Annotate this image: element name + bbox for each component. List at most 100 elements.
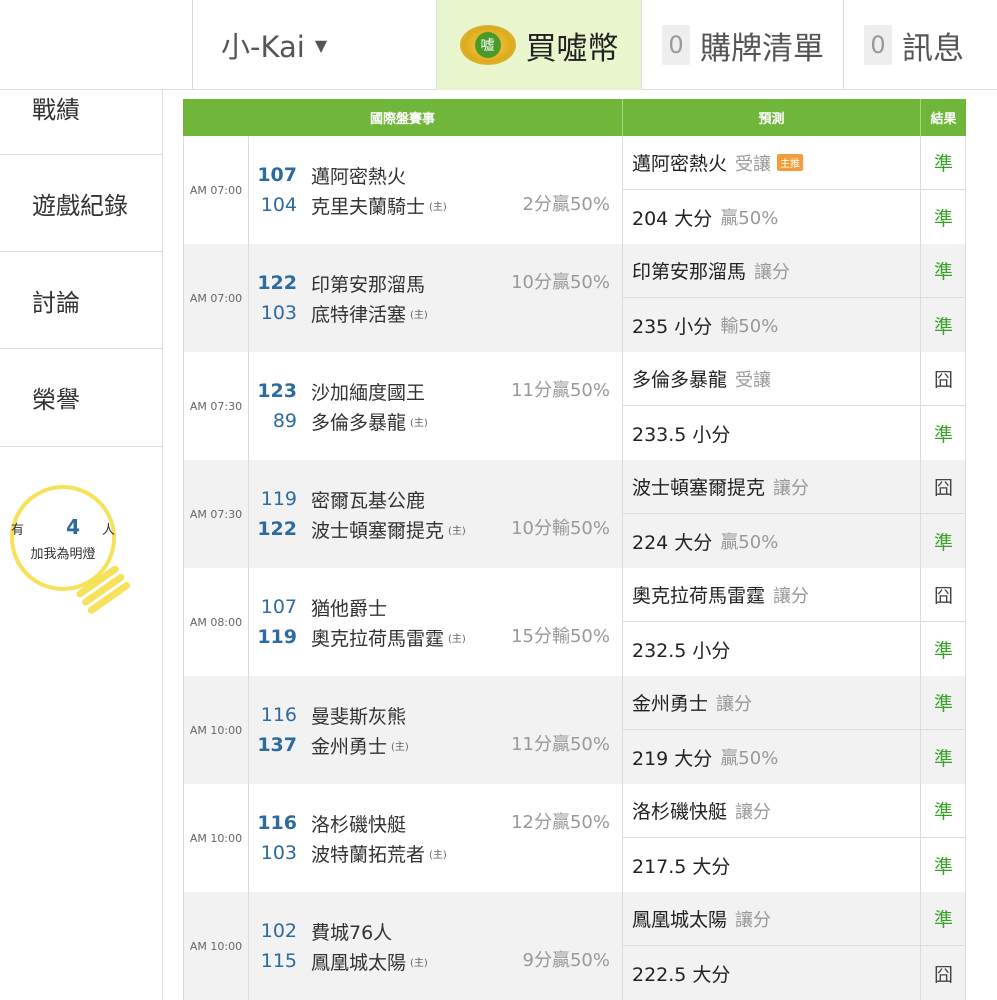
prediction-cell: 波士頓塞爾提克 讓分 224 大分 贏50% xyxy=(623,460,921,568)
result-cell: 準 準 xyxy=(921,676,966,784)
cart-label: 購牌清單 xyxy=(700,30,824,67)
home-team: 103 波特蘭拓荒者 (主) xyxy=(249,838,623,868)
team-name: 密爾瓦基公鹿 xyxy=(311,489,426,512)
prediction-total: 222.5 大分 xyxy=(623,946,921,1000)
prediction-spread: 鳳凰城太陽 讓分 xyxy=(623,892,921,946)
matchup[interactable]: 116 曼斐斯灰熊 137 金州勇士 (主) 11分贏50% xyxy=(249,676,623,784)
prediction-type: 贏50% xyxy=(720,208,779,229)
matchup[interactable]: 116 洛杉磯快艇 103 波特蘭拓荒者 (主) 12分贏50% xyxy=(249,784,623,892)
team-number: 122 xyxy=(257,518,297,540)
game-time: AM 07:30 xyxy=(183,352,249,460)
coin-icon: 嘘 xyxy=(459,25,516,65)
messages-button[interactable]: 0 訊息 xyxy=(843,0,997,90)
prediction-cell: 鳳凰城太陽 讓分 222.5 大分 xyxy=(623,892,921,1000)
cart-button[interactable]: 0 購牌清單 xyxy=(641,0,843,90)
game-time: AM 07:00 xyxy=(183,136,249,244)
prediction-type: 讓分 xyxy=(773,585,810,607)
buy-coins-button[interactable]: 嘘 買噓幣 xyxy=(436,0,641,90)
prediction-type: 輸50% xyxy=(720,316,779,337)
prediction-pick: 邁阿密熱火 xyxy=(632,153,728,175)
result-spread: 準 xyxy=(921,676,966,730)
matchup[interactable]: 102 費城76人 115 鳳凰城太陽 (主) 9分贏50% xyxy=(249,892,623,1000)
matchup[interactable]: 107 邁阿密熱火 104 克里夫蘭騎士 (主) 2分贏50% xyxy=(249,136,623,244)
result-cell: 準 囧 xyxy=(921,892,966,1000)
table-row: AM 10:00 102 費城76人 115 鳳凰城太陽 (主) 9分贏50% … xyxy=(183,892,966,1000)
team-number: 89 xyxy=(272,410,297,432)
spread-line: 12分贏50% xyxy=(511,812,610,833)
messages-label: 訊息 xyxy=(902,30,964,67)
sidebar-item-game-history[interactable]: 遊戲紀錄 xyxy=(0,155,162,252)
matchup[interactable]: 123 沙加緬度國王 89 多倫多暴龍 (主) 11分贏50% xyxy=(249,352,623,460)
prediction-cell: 奧克拉荷馬雷霆 讓分 232.5 小分 xyxy=(623,568,921,676)
sidebar-item-honors[interactable]: 榮譽 xyxy=(0,349,162,447)
follow-label: 加我為明燈 xyxy=(30,546,96,562)
table-row: AM 07:30 119 密爾瓦基公鹿 122 波士頓塞爾提克 (主) 10分輸… xyxy=(183,460,966,568)
team-number: 104 xyxy=(260,194,297,216)
team-name: 多倫多暴龍 xyxy=(311,411,407,434)
table-row: AM 10:00 116 曼斐斯灰熊 137 金州勇士 (主) 11分贏50% … xyxy=(183,676,966,784)
spread-line: 11分贏50% xyxy=(511,380,610,401)
fans-lightbulb[interactable]: 有 4 人 加我為明燈 xyxy=(10,485,132,625)
result-cell: 準 準 xyxy=(921,244,966,352)
result-total: 準 xyxy=(933,423,953,446)
matchup[interactable]: 122 印第安那溜馬 103 底特律活塞 (主) 10分贏50% xyxy=(249,244,623,352)
sidebar-item-discussion[interactable]: 討論 xyxy=(0,252,162,349)
away-team: 107 邁阿密熱火 xyxy=(249,160,623,190)
home-marker: (主) xyxy=(410,417,428,429)
team-name: 鳳凰城太陽 xyxy=(311,951,407,974)
prediction-table: 國際盤賽事 預測 結果 AM 07:00 107 邁阿密熱火 104 克里夫蘭騎… xyxy=(183,99,966,1000)
result-spread: 準 xyxy=(921,136,966,190)
prediction-type: 讓分 xyxy=(754,261,791,283)
user-menu[interactable]: 小-Kai ▼ xyxy=(192,0,436,90)
spread-line: 10分輸50% xyxy=(511,518,610,539)
prediction-cell: 金州勇士 讓分 219 大分 贏50% xyxy=(623,676,921,784)
prediction-pick: 多倫多暴龍 xyxy=(632,369,728,391)
result-total: 囧 xyxy=(933,963,953,986)
result-cell: 囧 準 xyxy=(921,460,966,568)
team-name: 波士頓塞爾提克 xyxy=(311,519,445,542)
home-marker: (主) xyxy=(410,309,428,321)
result-cell: 準 準 xyxy=(921,784,966,892)
table-row: AM 07:00 122 印第安那溜馬 103 底特律活塞 (主) 10分贏50… xyxy=(183,244,966,352)
matchup[interactable]: 107 猶他爵士 119 奧克拉荷馬雷霆 (主) 15分輸50% xyxy=(249,568,623,676)
team-name: 克里夫蘭騎士 xyxy=(311,195,426,218)
prediction-type: 讓分 xyxy=(735,909,772,931)
username: 小-Kai xyxy=(221,30,305,64)
matchup[interactable]: 119 密爾瓦基公鹿 122 波士頓塞爾提克 (主) 10分輸50% xyxy=(249,460,623,568)
prediction-pick: 232.5 小分 xyxy=(632,639,731,662)
result-total: 準 xyxy=(933,531,953,554)
sidebar-item-record[interactable]: 戰績 xyxy=(0,90,162,155)
result-spread: 囧 xyxy=(921,460,966,514)
sidebar: 戰績 遊戲紀錄 討論 榮譽 有 4 人 加我為明燈 xyxy=(0,90,163,1000)
team-number: 116 xyxy=(257,812,297,834)
prediction-spread: 邁阿密熱火 受讓 主推 xyxy=(623,136,921,190)
table-body: AM 07:00 107 邁阿密熱火 104 克里夫蘭騎士 (主) 2分贏50%… xyxy=(183,136,966,1000)
team-number: 122 xyxy=(257,272,297,294)
result-spread: 準 xyxy=(921,784,966,838)
result-cell: 囧 準 xyxy=(921,568,966,676)
away-team: 107 猶他爵士 xyxy=(249,592,623,622)
team-name: 邁阿密熱火 xyxy=(311,165,407,188)
chevron-down-icon: ▼ xyxy=(314,35,328,55)
team-number: 102 xyxy=(260,920,297,942)
top-bar: 小-Kai ▼ 嘘 買噓幣 0 購牌清單 0 訊息 xyxy=(0,0,997,90)
prediction-spread: 多倫多暴龍 受讓 xyxy=(623,352,921,406)
team-number: 137 xyxy=(257,734,297,756)
prediction-cell: 邁阿密熱火 受讓 主推 204 大分 贏50% xyxy=(623,136,921,244)
team-number: 103 xyxy=(260,302,297,324)
prediction-cell: 多倫多暴龍 受讓 233.5 小分 xyxy=(623,352,921,460)
result-total: 準 xyxy=(933,747,953,770)
prediction-total: 204 大分 贏50% xyxy=(623,190,921,244)
cart-count: 0 xyxy=(662,25,690,65)
prediction-type: 受讓 xyxy=(735,153,772,175)
spread-line: 9分贏50% xyxy=(522,950,610,971)
team-name: 印第安那溜馬 xyxy=(311,273,426,296)
table-row: AM 07:30 123 沙加緬度國王 89 多倫多暴龍 (主) 11分贏50%… xyxy=(183,352,966,460)
prediction-spread: 印第安那溜馬 讓分 xyxy=(623,244,921,298)
team-name: 曼斐斯灰熊 xyxy=(311,705,407,728)
team-number: 107 xyxy=(260,596,297,618)
table-header: 國際盤賽事 預測 結果 xyxy=(183,99,966,136)
team-name: 奧克拉荷馬雷霆 xyxy=(311,627,445,650)
result-total: 準 xyxy=(933,639,953,662)
home-marker: (主) xyxy=(410,957,428,969)
